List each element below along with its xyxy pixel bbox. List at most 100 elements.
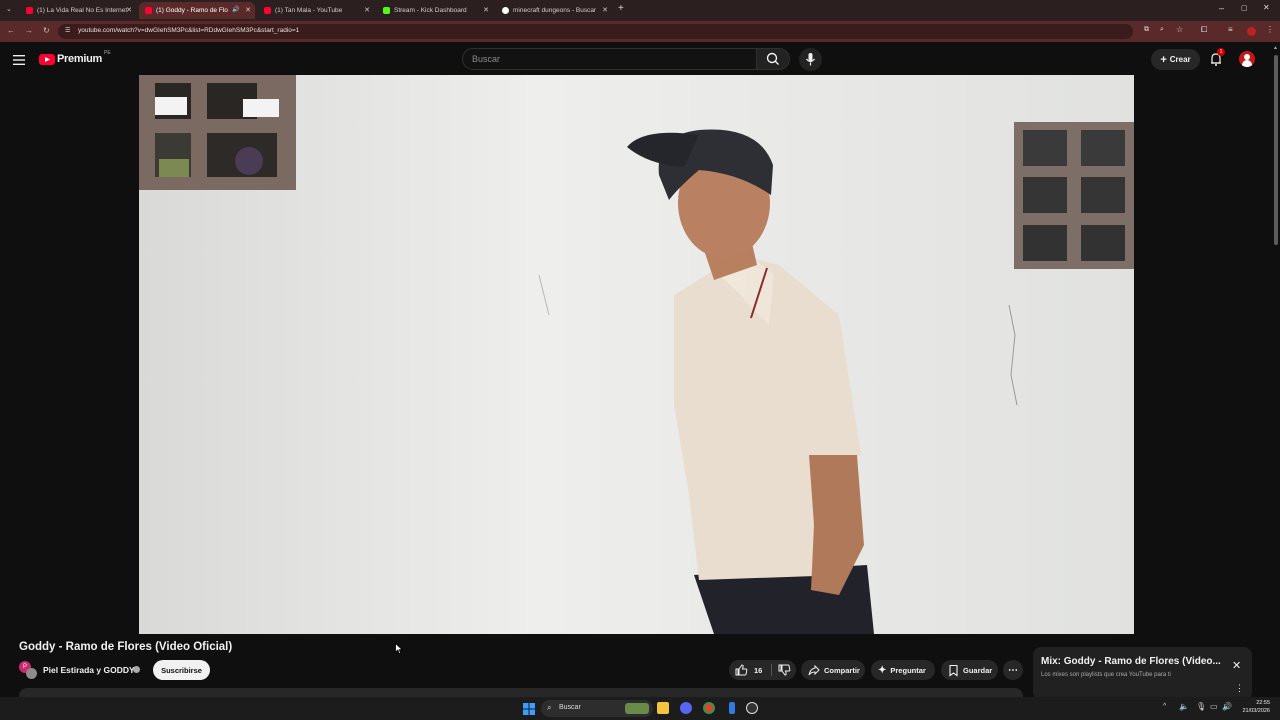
account-avatar[interactable] [1239, 51, 1255, 67]
youtube-favicon-icon [264, 7, 271, 14]
region-badge: PE [103, 50, 111, 56]
browser-tab-title: minecraft dungeons - Buscar co [513, 7, 597, 14]
share-button[interactable]: Compartir [801, 660, 865, 680]
kick-favicon-icon [383, 7, 390, 14]
zoom-icon[interactable]: ⌕ [1160, 26, 1164, 34]
install-app-icon[interactable]: ⧉ [1144, 26, 1149, 34]
windows-start-icon[interactable] [523, 702, 535, 715]
mix-title: Mix: Goddy - Ramo de Flores (Video... [1041, 656, 1221, 667]
browser-tab-1[interactable]: (1) La Vida Real No Es Internet ✕ [20, 2, 136, 19]
browser-tab-2[interactable]: (1) Goddy - Ramo de Flores 🔊 ✕ [139, 2, 255, 19]
browser-tab-3[interactable]: (1) Tan Mala - YouTube ✕ [258, 2, 374, 19]
thumbs-down-icon [778, 664, 791, 676]
media-control-icon[interactable]: ≡ [1228, 25, 1233, 34]
file-explorer-icon[interactable] [657, 702, 669, 714]
scrollbar-thumb[interactable] [1274, 55, 1278, 245]
back-arrow-icon[interactable]: ← [7, 26, 15, 35]
more-actions-button[interactable]: ⋯ [1003, 660, 1023, 680]
obs-app-icon[interactable] [746, 702, 758, 714]
video-frame-image [139, 75, 1134, 634]
taskbar-search[interactable]: ⌕ Buscar [541, 700, 653, 717]
browser-tab-4[interactable]: Stream - Kick Dashboard ✕ [377, 2, 493, 19]
search-highlight-icon [625, 703, 649, 714]
save-label: Guardar [963, 665, 993, 675]
video-player[interactable] [139, 75, 1134, 634]
browser-menu-icon[interactable]: ⋮ [1266, 25, 1274, 34]
search-placeholder: Buscar [472, 54, 501, 64]
like-button[interactable]: 16 [729, 660, 769, 680]
subscribe-button[interactable]: Suscribirse [153, 660, 210, 680]
ask-label: Preguntar [890, 665, 926, 675]
taskbar-search-label: Buscar [559, 704, 581, 711]
os-taskbar: ⌕ Buscar ^ 🔈 🎙 ▭ 🔊 22:55 21/03/2026 [0, 697, 1280, 720]
clock-date: 21/03/2026 [1242, 708, 1270, 714]
voice-search-button[interactable] [799, 48, 822, 71]
url-text: youtube.com/watch?v=dwGIehSM3Pc&list=RDd… [78, 27, 300, 34]
channel-name[interactable]: Piel Estirada y GODDY [43, 665, 135, 675]
plus-icon: + [1160, 53, 1167, 66]
create-button[interactable]: + Crear [1151, 49, 1200, 70]
bookmark-icon [949, 664, 958, 677]
volume-tray-icon[interactable]: 🔊 [1222, 702, 1232, 711]
channel-avatar[interactable]: P [19, 661, 37, 679]
logo-text: Premium [57, 53, 102, 65]
maximize-window-icon[interactable]: ▢ [1241, 4, 1248, 12]
sparkle-icon: ✦ [878, 664, 887, 676]
youtube-premium-logo[interactable]: Premium PE [39, 50, 111, 66]
mix-playlist-panel[interactable]: Mix: Goddy - Ramo de Flores (Video... Lo… [1033, 647, 1252, 700]
page-scrollbar[interactable]: ▲ [1272, 45, 1280, 695]
subscribe-label: Suscribirse [161, 665, 202, 675]
speaker-icon[interactable]: 🔊 [232, 6, 239, 13]
clock-time: 22:55 [1256, 700, 1270, 706]
close-tab-icon[interactable]: ✕ [245, 6, 251, 14]
system-clock[interactable]: 22:55 21/03/2026 [1236, 699, 1270, 715]
minimize-window-icon[interactable]: – [1219, 3, 1224, 13]
search-input[interactable]: Buscar [462, 48, 758, 70]
reload-icon[interactable]: ↻ [43, 26, 50, 35]
youtube-favicon-icon [145, 7, 152, 14]
chrome-app-icon[interactable] [703, 702, 715, 714]
discord-app-icon[interactable] [680, 702, 692, 714]
save-button[interactable]: Guardar [941, 660, 998, 680]
address-bar[interactable]: ☰ youtube.com/watch?v=dwGIehSM3Pc&list=R… [58, 24, 1149, 39]
bookmark-star-icon[interactable]: ☆ [1176, 25, 1183, 34]
pinned-app-icon[interactable] [729, 702, 735, 714]
scroll-up-arrow-icon[interactable]: ▲ [1273, 45, 1278, 51]
search-icon [766, 52, 779, 65]
network-tray-icon[interactable]: ▭ [1210, 702, 1218, 711]
hamburger-menu-icon[interactable] [13, 52, 25, 65]
new-tab-icon[interactable]: + [618, 3, 624, 14]
close-tab-icon[interactable]: ✕ [602, 6, 608, 14]
ask-button[interactable]: ✦ Preguntar [871, 660, 935, 680]
forward-arrow-icon[interactable]: → [25, 26, 33, 35]
browser-tab-5[interactable]: minecraft dungeons - Buscar co ✕ [496, 2, 612, 19]
microphone-icon [806, 53, 815, 66]
like-count: 16 [754, 665, 763, 675]
mix-subtitle: Los mixes son playlists que crea YouTube… [1041, 672, 1171, 678]
mouse-cursor-icon [395, 643, 403, 655]
taskbar-search-icon: ⌕ [547, 703, 552, 712]
close-window-icon[interactable]: ✕ [1263, 3, 1270, 12]
browser-tab-title: (1) Tan Mala - YouTube [275, 7, 343, 14]
tray-chevron-icon[interactable]: ^ [1163, 703, 1166, 710]
dislike-button[interactable] [773, 660, 796, 680]
browser-tab-title: Stream - Kick Dashboard [394, 7, 467, 14]
share-arrow-icon [808, 664, 820, 676]
notification-count-badge: 1 [1217, 48, 1225, 56]
tab-search-chevron-icon[interactable]: ⌄ [6, 5, 12, 13]
close-mix-icon[interactable]: ✕ [1232, 659, 1241, 672]
create-label: Crear [1169, 55, 1191, 64]
more-horizontal-icon: ⋯ [1008, 664, 1018, 676]
notifications-button[interactable]: 1 [1208, 48, 1225, 67]
site-info-icon[interactable]: ☰ [65, 27, 70, 34]
close-tab-icon[interactable]: ✕ [364, 6, 370, 14]
close-tab-icon[interactable]: ✕ [483, 6, 489, 14]
close-tab-icon[interactable]: ✕ [126, 6, 132, 14]
search-button[interactable] [756, 48, 790, 70]
mix-more-icon[interactable]: ⋮ [1235, 683, 1244, 694]
speaker-tray-icon[interactable]: 🔈 [1179, 702, 1189, 711]
extensions-icon[interactable]: ⧠ [1201, 25, 1207, 35]
profile-avatar-icon[interactable] [1247, 27, 1256, 36]
browser-tab-title: (1) La Vida Real No Es Internet [37, 7, 128, 14]
microphone-tray-icon[interactable]: 🎙 [1196, 702, 1206, 711]
